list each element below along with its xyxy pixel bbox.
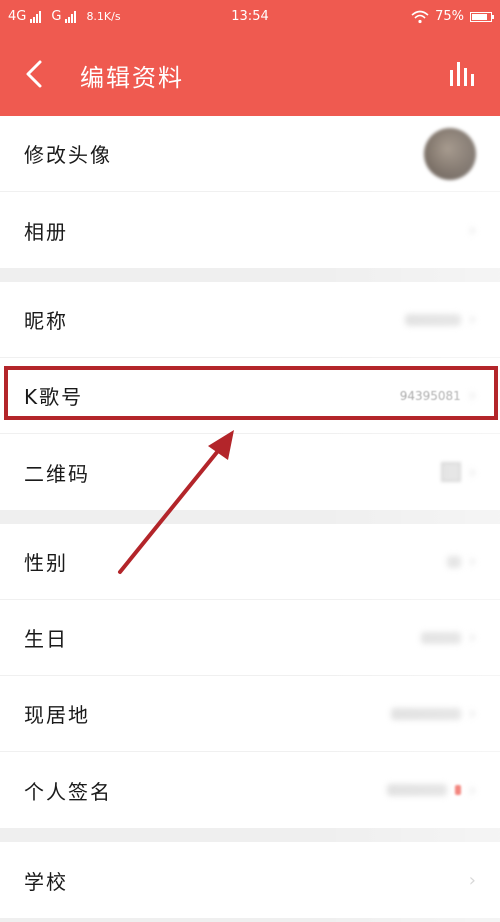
row-album[interactable]: 相册 › xyxy=(0,192,500,268)
chevron-right-icon: › xyxy=(468,385,476,406)
row-value: › xyxy=(390,703,476,724)
group-personal: 性别 › 生日 › 现居地 › 个人签名 › xyxy=(0,524,500,828)
row-label: 学校 xyxy=(24,869,68,894)
row-gender[interactable]: 性别 › xyxy=(0,524,500,600)
chevron-right-icon: › xyxy=(468,779,476,801)
row-value: 94395081 › xyxy=(400,385,476,406)
row-label: 个人签名 xyxy=(24,779,112,804)
section-gap xyxy=(0,268,500,282)
row-avatar[interactable]: 修改头像 xyxy=(0,116,500,192)
row-label: 相册 xyxy=(24,219,68,244)
row-value: › xyxy=(469,220,476,241)
battery-percent: 75% xyxy=(435,9,464,24)
avatar xyxy=(424,127,476,180)
gender-blurred xyxy=(446,555,461,568)
group-education: 学校 › xyxy=(0,842,500,918)
chevron-right-icon: › xyxy=(468,703,476,724)
title-bar: 编辑资料 xyxy=(0,34,500,116)
birthday-blurred xyxy=(420,631,461,644)
chevron-right-icon: › xyxy=(468,627,476,648)
nickname-blurred xyxy=(404,313,461,326)
row-value: › xyxy=(404,309,476,330)
row-label: 二维码 xyxy=(24,461,90,486)
section-gap xyxy=(0,510,500,524)
chevron-right-icon: › xyxy=(468,461,476,483)
row-kge-id[interactable]: K歌号 94395081 › xyxy=(0,358,500,434)
row-value: › xyxy=(420,627,476,648)
row-qrcode[interactable]: 二维码 › xyxy=(0,434,500,510)
row-signature[interactable]: 个人签名 › xyxy=(0,752,500,828)
wifi-icon xyxy=(411,10,429,23)
row-location[interactable]: 现居地 › xyxy=(0,676,500,752)
qr-code-icon xyxy=(440,462,461,482)
row-nickname[interactable]: 昵称 › xyxy=(0,282,500,358)
signature-blurred xyxy=(386,784,447,796)
chevron-right-icon: › xyxy=(468,309,476,330)
row-label: 昵称 xyxy=(24,309,68,333)
bar-chart-icon[interactable] xyxy=(446,56,482,92)
battery-icon xyxy=(470,11,494,22)
page-title: 编辑资料 xyxy=(80,64,184,92)
status-bar: 4G G 8.1K/s 13:54 75% xyxy=(0,0,500,34)
row-value xyxy=(424,127,476,180)
row-value: › xyxy=(446,551,476,572)
row-label: K歌号 xyxy=(24,385,84,409)
chevron-right-icon: › xyxy=(468,219,476,241)
row-label: 修改头像 xyxy=(24,143,112,167)
row-school[interactable]: 学校 › xyxy=(0,842,500,918)
location-blurred xyxy=(390,707,461,720)
row-birthday[interactable]: 生日 › xyxy=(0,600,500,676)
kge-id-value: 94395081 xyxy=(399,388,461,403)
red-dot-badge xyxy=(454,785,461,795)
row-value: › xyxy=(440,461,476,483)
row-value: › xyxy=(386,779,476,801)
group-account: 昵称 › K歌号 94395081 › 二维码 › xyxy=(0,282,500,510)
profile-list: 修改头像 相册 › 昵称 › K歌号 94395081 › 二维码 › 性别 ›… xyxy=(0,116,500,918)
chevron-left-icon[interactable] xyxy=(18,56,54,92)
status-right: 75% xyxy=(411,9,494,24)
group-photos: 修改头像 相册 › xyxy=(0,116,500,268)
row-label: 生日 xyxy=(24,627,68,651)
chevron-right-icon: › xyxy=(468,869,476,891)
chevron-right-icon: › xyxy=(468,551,476,572)
row-label: 性别 xyxy=(24,551,68,575)
section-gap xyxy=(0,828,500,842)
row-value: › xyxy=(469,870,476,891)
row-label: 现居地 xyxy=(24,703,90,727)
